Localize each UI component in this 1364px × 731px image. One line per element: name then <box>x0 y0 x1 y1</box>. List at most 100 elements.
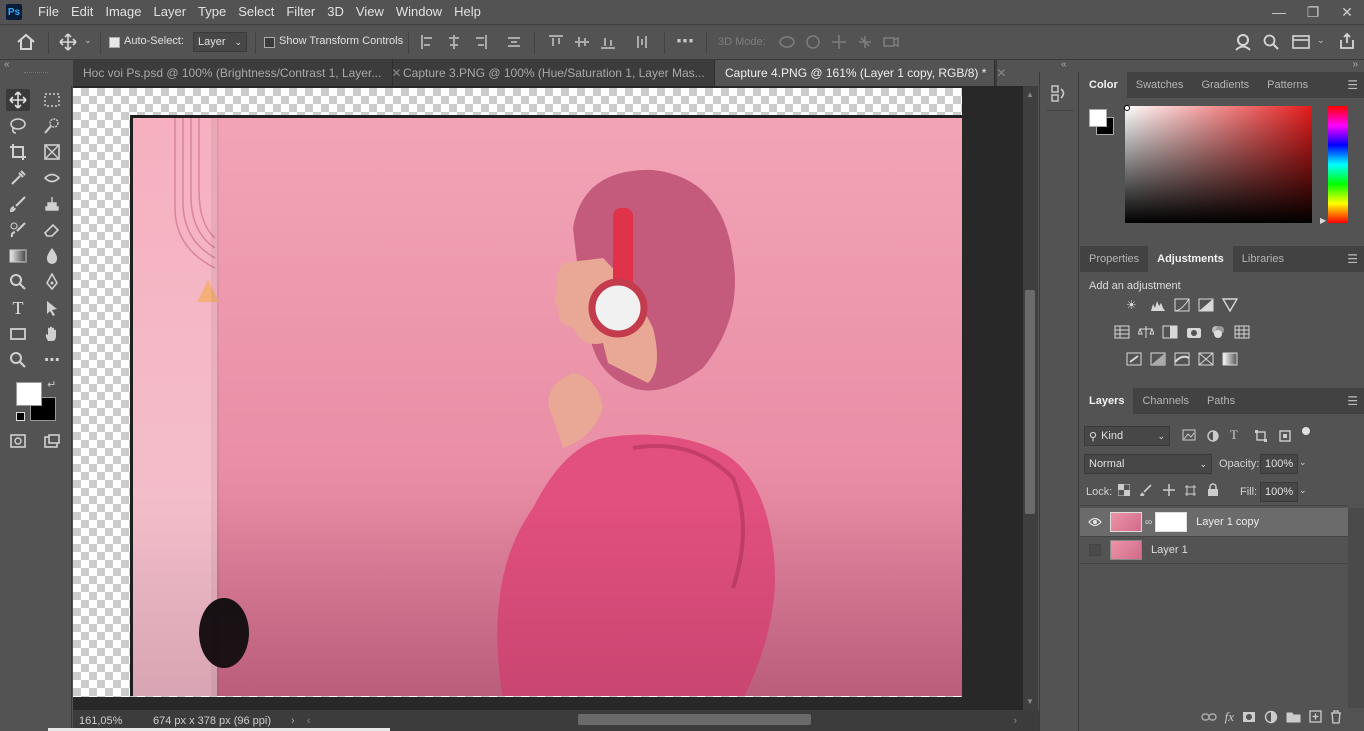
tab-color[interactable]: Color <box>1080 72 1127 98</box>
healing-tool-icon[interactable] <box>40 167 64 189</box>
show-transform-checkbox[interactable] <box>264 37 275 48</box>
screen-mode-icon[interactable] <box>40 430 64 452</box>
collapse-panels-icon[interactable]: « <box>1061 59 1067 70</box>
tab-hoc-voi-ps[interactable]: Hoc voi Ps.psd @ 100% (Brightness/Contra… <box>73 60 401 86</box>
menu-help[interactable]: Help <box>448 0 487 24</box>
delete-layer-icon[interactable] <box>1330 709 1342 724</box>
align-left-icon[interactable] <box>420 34 436 50</box>
hand-tool-icon[interactable] <box>40 323 64 345</box>
menu-edit[interactable]: Edit <box>65 0 99 24</box>
3d-roll-icon[interactable] <box>804 34 822 50</box>
blend-mode-dropdown[interactable]: Normal ⌄ <box>1084 454 1212 474</box>
black-white-icon[interactable] <box>1162 325 1178 339</box>
posterize-icon[interactable] <box>1150 352 1166 366</box>
new-adjustment-layer-icon[interactable] <box>1264 710 1278 724</box>
lock-transparent-pixels-icon[interactable] <box>1118 484 1130 496</box>
menu-filter[interactable]: Filter <box>280 0 321 24</box>
distribute-vertical-icon[interactable] <box>634 34 650 50</box>
color-balance-icon[interactable] <box>1138 325 1154 339</box>
panel-menu-icon[interactable]: ☰ <box>1347 78 1358 92</box>
filter-toggle-icon[interactable] <box>1302 427 1310 435</box>
edit-toolbar-icon[interactable]: ⋯ <box>40 349 64 371</box>
close-icon[interactable]: ✕ <box>1330 0 1364 24</box>
stamp-tool-icon[interactable] <box>40 193 64 215</box>
filter-shape-icon[interactable] <box>1254 429 1268 443</box>
opacity-input[interactable]: 100% <box>1260 454 1298 474</box>
align-center-icon[interactable] <box>446 34 462 50</box>
panel-menu-icon[interactable]: ☰ <box>1347 394 1358 408</box>
gradient-map-icon[interactable] <box>1222 352 1238 366</box>
curves-icon[interactable] <box>1174 298 1190 312</box>
lock-position-icon[interactable] <box>1162 483 1176 497</box>
color-picker-field[interactable] <box>1125 106 1312 223</box>
visibility-toggle[interactable] <box>1080 544 1110 556</box>
pen-tool-icon[interactable] <box>40 271 64 293</box>
path-selection-tool-icon[interactable] <box>40 297 64 319</box>
levels-icon[interactable] <box>1150 298 1166 312</box>
hue-saturation-icon[interactable] <box>1114 325 1130 339</box>
tab-capture-3[interactable]: Capture 3.PNG @ 100% (Hue/Saturation 1, … <box>393 60 725 86</box>
restore-icon[interactable]: ❐ <box>1296 0 1330 24</box>
workspace-icon[interactable] <box>1292 34 1310 50</box>
rectangle-tool-icon[interactable] <box>6 323 30 345</box>
lock-image-pixels-icon[interactable] <box>1140 484 1152 496</box>
brightness-contrast-icon[interactable]: ☀ <box>1126 298 1142 312</box>
scroll-right-icon[interactable]: › <box>1013 715 1017 727</box>
foreground-color-swatch[interactable] <box>16 382 42 406</box>
blur-tool-icon[interactable] <box>40 245 64 267</box>
photo-filter-icon[interactable] <box>1186 325 1202 339</box>
align-right-icon[interactable] <box>472 34 488 50</box>
tab-channels[interactable]: Channels <box>1133 388 1197 414</box>
menu-type[interactable]: Type <box>192 0 232 24</box>
history-panel-icon[interactable] <box>1050 84 1068 104</box>
scroll-up-icon[interactable]: ▲ <box>1026 90 1034 99</box>
menu-file[interactable]: File <box>32 0 65 24</box>
layer-row-layer-1-copy[interactable]: ∞ Layer 1 copy <box>1080 508 1348 536</box>
quick-selection-tool-icon[interactable] <box>40 115 64 137</box>
menu-image[interactable]: Image <box>99 0 147 24</box>
status-expand-icon[interactable]: › <box>291 715 295 727</box>
layer-row-layer-1[interactable]: Layer 1 <box>1080 536 1348 564</box>
tab-layers[interactable]: Layers <box>1080 388 1134 414</box>
scroll-down-icon[interactable]: ▼ <box>1026 697 1034 706</box>
close-tab-icon[interactable]: ✕ <box>996 66 1006 80</box>
tab-gradients[interactable]: Gradients <box>1192 72 1258 98</box>
filter-smart-object-icon[interactable] <box>1278 429 1292 443</box>
color-lookup-icon[interactable] <box>1234 325 1250 339</box>
layer-name[interactable]: Layer 1 <box>1151 544 1188 556</box>
exposure-icon[interactable] <box>1198 298 1214 312</box>
crop-tool-icon[interactable] <box>6 141 30 163</box>
tab-capture-4[interactable]: Capture 4.PNG @ 161% (Layer 1 copy, RGB/… <box>715 60 1006 86</box>
invert-icon[interactable] <box>1126 352 1142 366</box>
swap-colors-icon[interactable]: ↵ <box>47 378 56 391</box>
gradient-tool-icon[interactable] <box>6 245 30 267</box>
layer-style-icon[interactable]: fx <box>1225 709 1234 725</box>
history-brush-tool-icon[interactable] <box>6 219 30 241</box>
minimize-icon[interactable]: — <box>1262 0 1296 24</box>
align-bottom-icon[interactable] <box>600 34 616 50</box>
channel-mixer-icon[interactable] <box>1210 325 1226 339</box>
zoom-level[interactable]: 161,05% <box>79 715 143 727</box>
collapse-toolbar-icon[interactable]: « <box>4 59 10 70</box>
hue-slider[interactable] <box>1328 106 1348 223</box>
frame-tool-icon[interactable] <box>40 141 64 163</box>
type-tool-icon[interactable]: T <box>6 297 30 319</box>
3d-pan-icon[interactable] <box>830 34 848 50</box>
add-mask-icon[interactable] <box>1242 711 1256 723</box>
brush-tool-icon[interactable] <box>6 193 30 215</box>
chain-link-icon[interactable]: ∞ <box>1145 517 1152 528</box>
chevron-down-icon[interactable]: ⌄ <box>84 35 92 46</box>
3d-orbit-icon[interactable] <box>778 34 796 50</box>
fill-input[interactable]: 100% <box>1260 482 1298 502</box>
menu-view[interactable]: View <box>350 0 390 24</box>
default-colors-icon[interactable] <box>16 412 25 421</box>
menu-3d[interactable]: 3D <box>321 0 350 24</box>
filter-type-icon[interactable]: T <box>1230 427 1238 443</box>
eyedropper-tool-icon[interactable] <box>6 167 30 189</box>
auto-select-checkbox[interactable] <box>109 37 120 48</box>
filter-adjustment-icon[interactable] <box>1206 429 1220 443</box>
align-top-icon[interactable] <box>548 34 564 50</box>
document-canvas[interactable] <box>73 86 1023 710</box>
marquee-tool-icon[interactable] <box>40 89 64 111</box>
3d-slide-icon[interactable] <box>856 34 874 50</box>
